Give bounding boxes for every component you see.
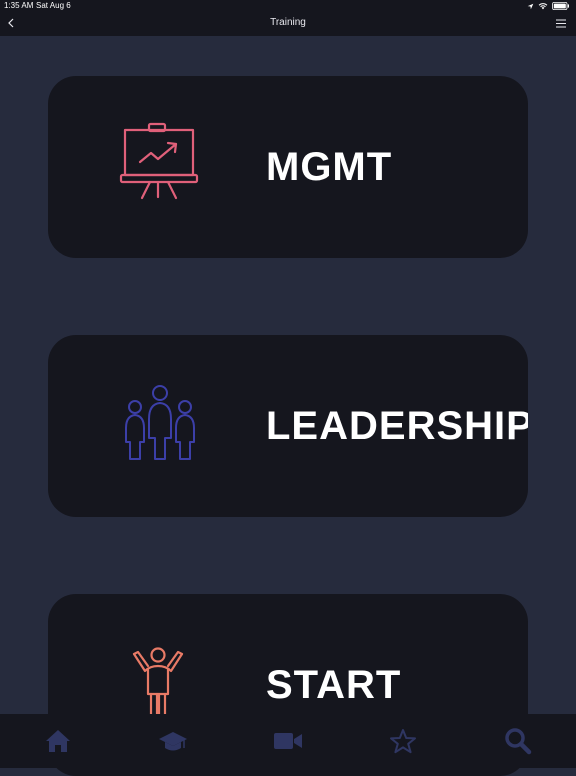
star-icon xyxy=(390,729,417,754)
status-icons xyxy=(527,0,570,12)
battery-icon xyxy=(552,2,569,10)
tab-search[interactable] xyxy=(461,714,576,768)
location-arrow-icon xyxy=(527,3,534,9)
card-mgmt-label: MGMT xyxy=(266,144,393,189)
graduation-cap-icon xyxy=(158,732,187,751)
home-icon xyxy=(45,730,70,752)
tab-bar xyxy=(0,714,576,768)
navigation-bar: Training xyxy=(0,12,576,36)
status-bar: 1:35 AM Sat Aug 6 xyxy=(0,0,576,12)
card-mgmt[interactable]: MGMT xyxy=(48,76,528,258)
status-date: Sat Aug 6 xyxy=(36,1,71,10)
tab-training[interactable] xyxy=(115,714,230,768)
presentation-board-chart-icon xyxy=(119,122,199,200)
tab-favorites[interactable] xyxy=(346,714,461,768)
card-leadership-label: LEADERSHIP xyxy=(266,403,528,448)
hamburger-menu-icon xyxy=(556,18,566,28)
status-time: 1:35 AM xyxy=(4,1,34,10)
tab-home[interactable] xyxy=(0,714,115,768)
video-camera-icon xyxy=(274,733,302,749)
wifi-icon xyxy=(538,3,548,10)
menu-button[interactable] xyxy=(554,15,568,31)
search-icon xyxy=(505,728,532,755)
tab-videos[interactable] xyxy=(230,714,345,768)
card-leadership[interactable]: LEADERSHIP xyxy=(48,335,528,517)
page-title: Training xyxy=(270,17,306,28)
group-people-icon xyxy=(125,385,195,460)
